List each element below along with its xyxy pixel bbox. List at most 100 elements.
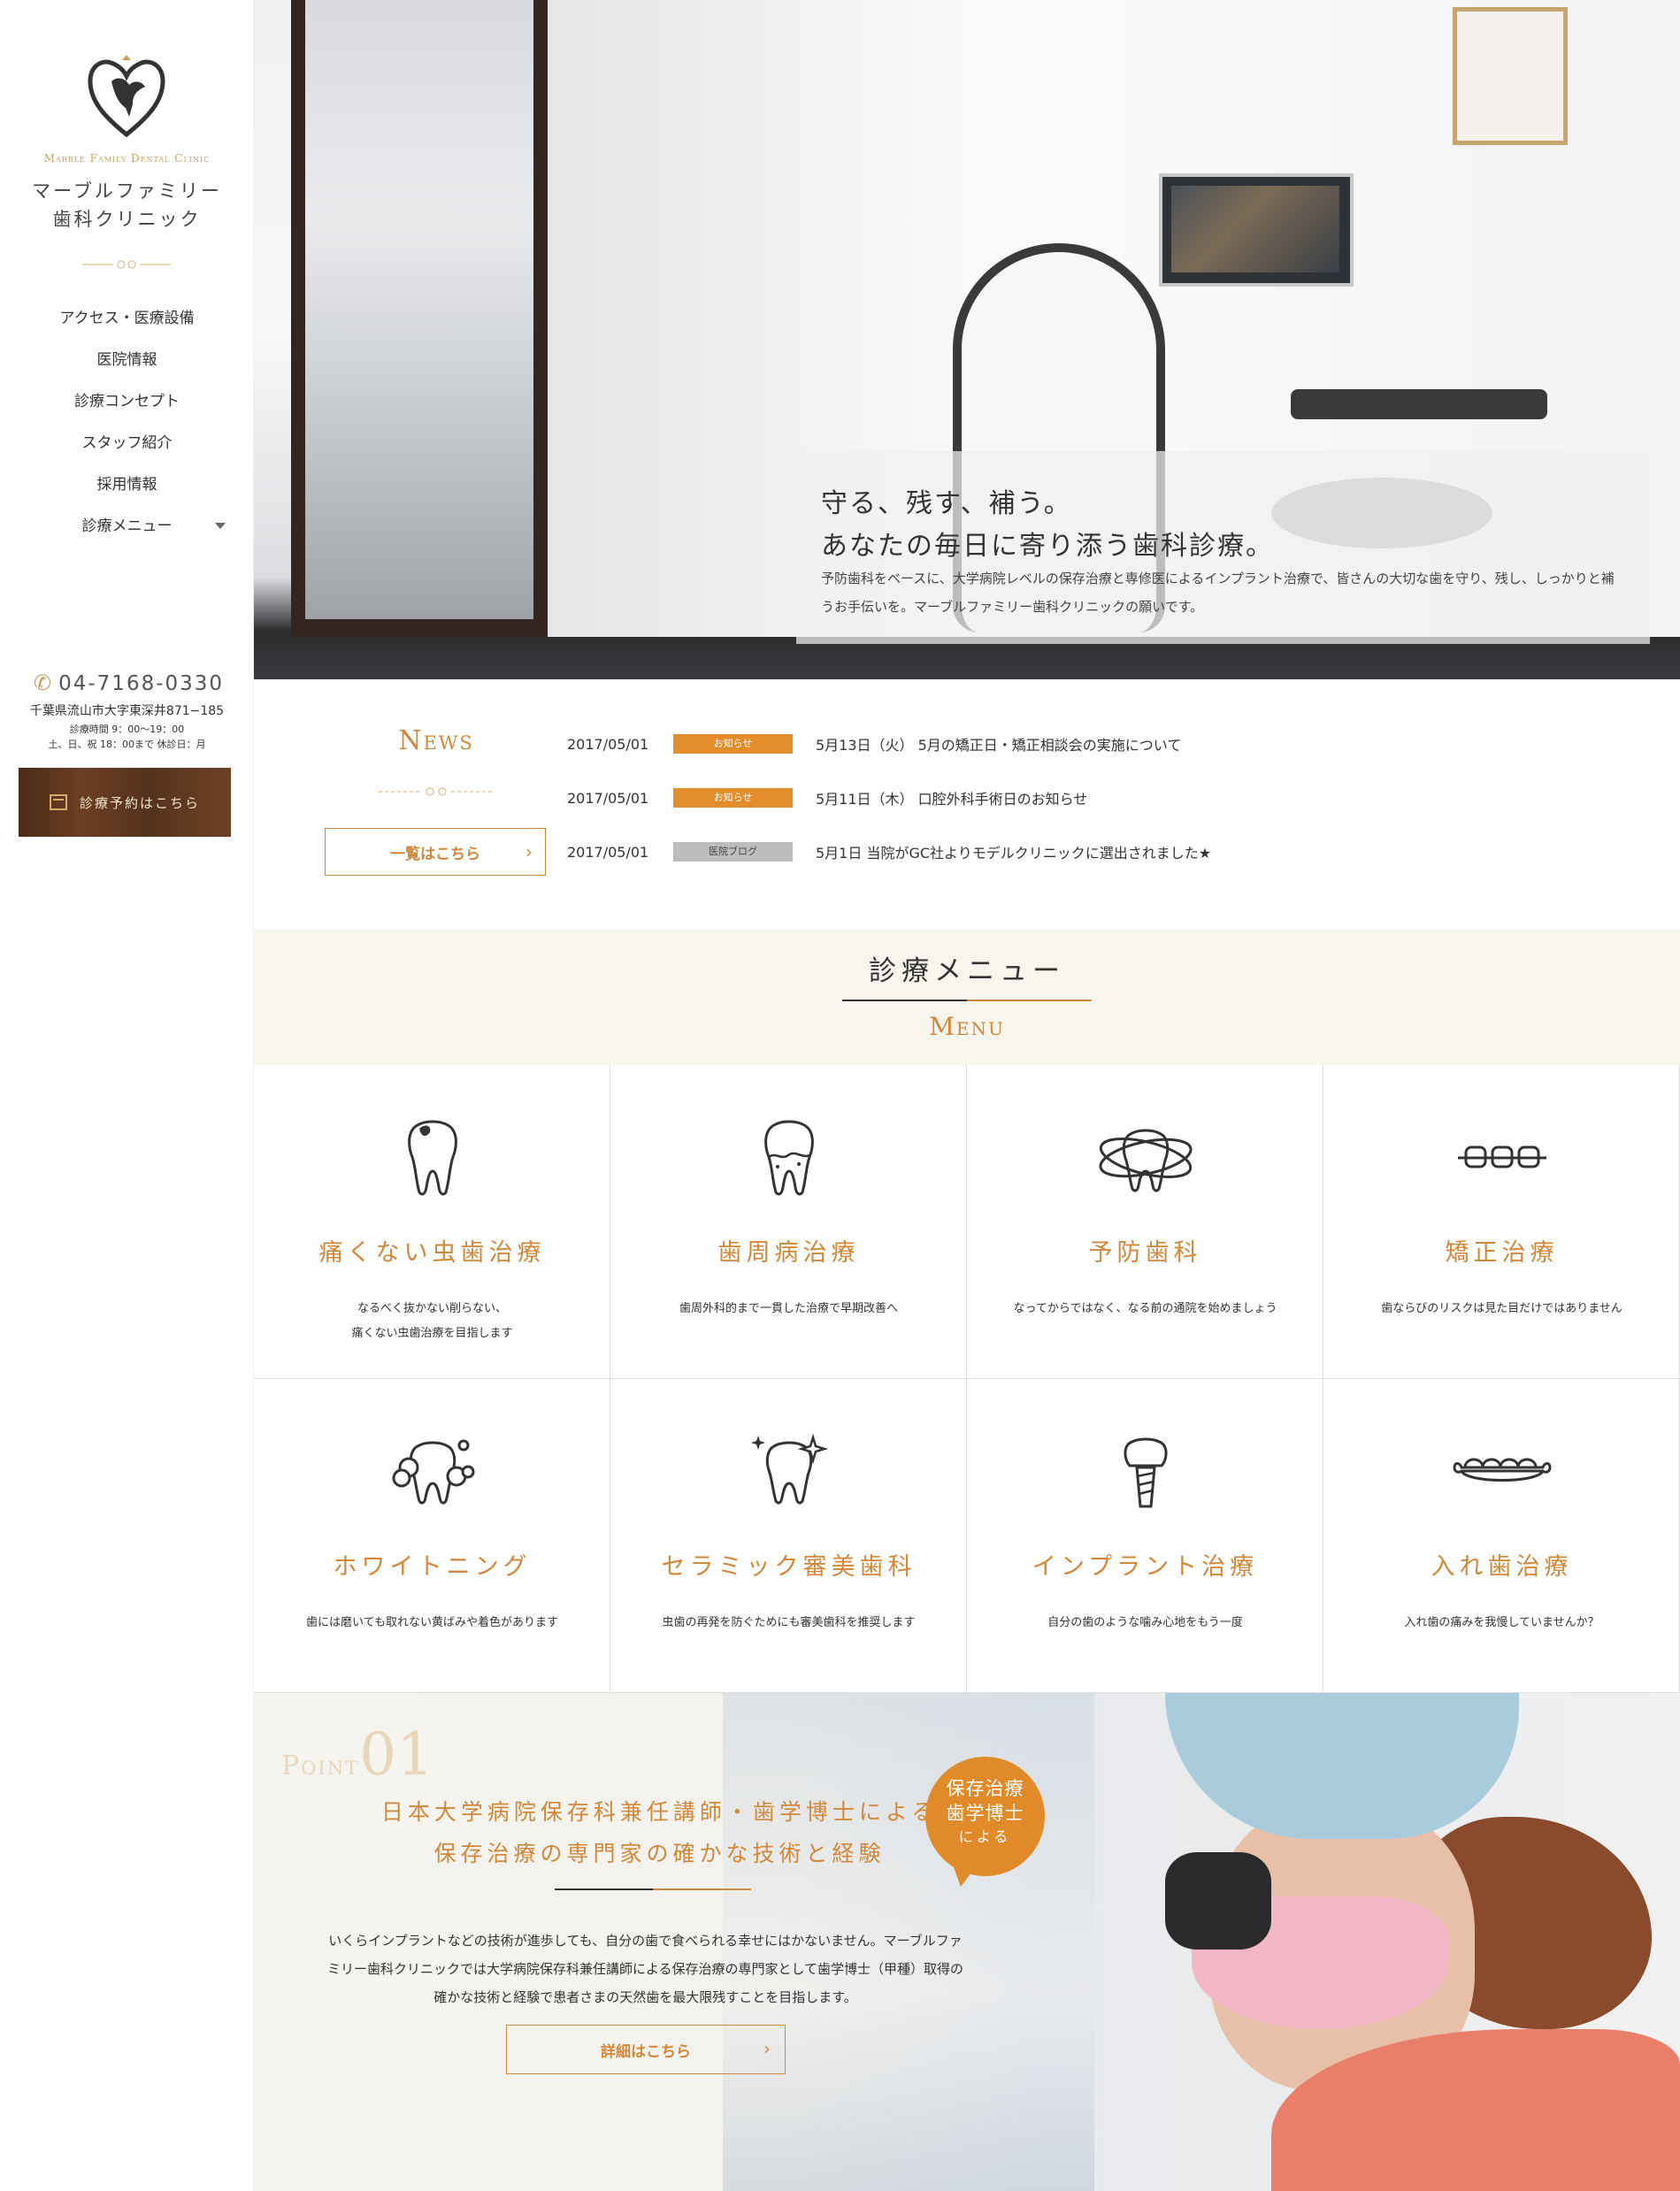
menu-card-desc-line: 入れ歯の痛みを我慢していませんか？ — [1404, 1616, 1599, 1629]
menu-card-title: インプラント治療 — [1032, 1553, 1259, 1581]
menu-card-cavity[interactable]: 痛くない虫歯治療 なるべく抜かない削らない、 痛くない虫歯治療を目指します — [254, 1065, 610, 1379]
menu-card-desc: 入れ歯の痛みを我慢していませんか？ — [1323, 1611, 1680, 1636]
nav-item-label: スタッフ紹介 — [81, 434, 173, 452]
news-item[interactable]: 2017/05/01 お知らせ 5月13日（火） 5月の矯正日・矯正相談会の実施… — [567, 731, 1181, 757]
logo-english-name: Marble Family Dental Clinic — [43, 152, 211, 165]
news-title-text: 5月1日 当院がGC社よりモデルクリニックに選出されました★ — [816, 845, 1212, 862]
point-badge-line-2: 歯学博士 — [946, 1803, 1024, 1824]
hero-headline-line-1: 守る、残す、補う。 — [821, 488, 1072, 519]
menu-card-ceramic[interactable]: セラミック審美歯科 虫歯の再発を防ぐためにも審美歯科を推奨します — [610, 1379, 967, 1693]
implant-icon — [1123, 1437, 1168, 1508]
hero-glass-door — [305, 0, 533, 619]
menu-card-desc: なるべく抜かない削らない、 痛くない虫歯治療を目指します — [254, 1297, 610, 1346]
menu-card-title: ホワイトニング — [333, 1553, 532, 1581]
nav-item-staff[interactable]: スタッフ紹介 — [0, 425, 254, 467]
menu-card-prevention[interactable]: 予防歯科 なってからではなく、なる前の通院を始めましょう — [967, 1065, 1323, 1379]
menu-title-underline — [842, 1000, 1092, 1001]
braces-icon — [1457, 1145, 1546, 1168]
logo-japanese-name[interactable]: マーブルファミリー 歯科クリニック — [0, 177, 254, 234]
treatment-menu-grid: 痛くない虫歯治療 なるべく抜かない削らない、 痛くない虫歯治療を目指します 歯周病… — [254, 1065, 1680, 1693]
point-badge: 保存治療 歯学博士 による — [925, 1757, 1045, 1887]
protected-tooth-icon — [1098, 1129, 1193, 1192]
denture-icon — [1452, 1458, 1552, 1482]
menu-card-desc-line: 自分の歯のような噛み心地をもう一度 — [1047, 1616, 1243, 1629]
whitening-tooth-icon — [392, 1439, 474, 1505]
point-badge-line-1: 保存治療 — [946, 1778, 1024, 1799]
clinic-address: 千葉県流山市大字東深井871−185 — [29, 704, 225, 718]
menu-card-title: 歯周病治療 — [717, 1239, 860, 1267]
news-date: 2017/05/01 — [567, 843, 649, 861]
hero-headline: 守る、残す、補う。 あなたの毎日に寄り添う歯科診療。 — [821, 483, 1625, 568]
nav-item-label: 診療コンセプト — [74, 393, 180, 410]
ornament-divider-icon — [82, 260, 171, 269]
news-tag: お知らせ — [673, 734, 793, 754]
menu-card-desc: 歯周外科的まで一貫した治療で早期改善へ — [610, 1297, 967, 1321]
opening-hours: 診療時間 9：00〜19：00 — [69, 724, 185, 735]
menu-card-desc: 自分の歯のような噛み心地をもう一度 — [967, 1611, 1323, 1636]
point-detail-button[interactable]: 詳細はこちら › — [506, 2025, 786, 2074]
hero-headline-line-2: あなたの毎日に寄り添う歯科診療。 — [821, 531, 1274, 562]
menu-card-periodontal[interactable]: 歯周病治療 歯周外科的まで一貫した治療で早期改善へ — [610, 1065, 967, 1379]
point-number: 01 — [359, 1720, 434, 1789]
nav-item-concept[interactable]: 診療コンセプト — [0, 384, 254, 425]
menu-card-desc-line: 痛くない虫歯治療を目指します — [351, 1327, 513, 1340]
phone-icon: ✆ — [34, 670, 54, 695]
hero-xray-monitor — [1159, 173, 1354, 287]
menu-card-desc-line: 歯周外科的まで一貫した治療で早期改善へ — [679, 1302, 898, 1315]
sidebar: Marble Family Dental Clinic マーブルファミリー 歯科… — [0, 0, 254, 2191]
calendar-icon — [49, 794, 67, 810]
menu-card-whitening[interactable]: ホワイトニング 歯には磨いても取れない黄ばみや着色があります — [254, 1379, 610, 1693]
menu-card-orthodontics[interactable]: 矯正治療 歯ならびのリスクは見た目だけではありません — [1323, 1065, 1680, 1379]
menu-card-desc-line: 歯には磨いても取れない黄ばみや着色があります — [306, 1616, 558, 1629]
menu-card-title: 入れ歯治療 — [1431, 1553, 1573, 1581]
news-list-button[interactable]: 一覧はこちら › — [325, 828, 546, 876]
main-navigation: アクセス・医療設備 医院情報 診療コンセプト スタッフ紹介 採用情報 診療メニュ… — [0, 301, 254, 550]
hero-picture-frame — [1453, 7, 1568, 145]
opening-hours-weekend: 土、日、祝 18：00まで 休診日：月 — [48, 739, 206, 750]
chevron-right-icon: › — [525, 841, 533, 862]
clinic-logo-icon[interactable] — [87, 55, 166, 140]
news-date: 2017/05/01 — [567, 735, 649, 753]
phone-number-text: 04-7168-0330 — [58, 672, 225, 695]
menu-card-implant[interactable]: インプラント治療 自分の歯のような噛み心地をもう一度 — [967, 1379, 1323, 1693]
menu-card-desc: なってからではなく、なる前の通院を始めましょう — [967, 1297, 1323, 1321]
news-title-text: 5月13日（火） 5月の矯正日・矯正相談会の実施について — [816, 737, 1182, 754]
news-date: 2017/05/01 — [567, 789, 649, 807]
point-badge-line-3: による — [958, 1828, 1012, 1845]
menu-card-desc-line: 虫歯の再発を防ぐためにも審美歯科を推奨します — [662, 1616, 916, 1629]
point-photo-loupe — [1165, 1852, 1271, 1950]
nav-item-label: 採用情報 — [96, 476, 157, 494]
news-list-button-label: 一覧はこちら — [390, 845, 480, 863]
menu-card-desc: 歯には磨いても取れない黄ばみや着色があります — [254, 1611, 610, 1636]
hero-caption: 守る、残す、補う。 あなたの毎日に寄り添う歯科診療。 予防歯科をベースに、大学病… — [796, 451, 1650, 644]
reservation-button[interactable]: 診療予約はこちら — [19, 768, 231, 837]
news-item[interactable]: 2017/05/01 医院ブログ 5月1日 当院がGC社よりモデルクリニックに選… — [567, 839, 1211, 865]
menu-card-desc-line: 歯ならびのリスクは見た目だけではありません — [1381, 1302, 1622, 1315]
nav-item-access[interactable]: アクセス・医療設備 — [0, 301, 254, 342]
phone-number[interactable]: ✆ 04-7168-0330 — [34, 670, 224, 695]
news-tag: お知らせ — [673, 788, 793, 808]
point-label: Point01 — [281, 1720, 433, 1789]
point-label-word: Point — [281, 1751, 360, 1781]
chevron-right-icon: › — [763, 2038, 771, 2059]
sparkle-tooth-icon — [750, 1433, 828, 1505]
hero-instrument-tray — [1291, 389, 1547, 419]
menu-title-en: Menu — [929, 1012, 1005, 1041]
menu-card-desc-line: なってからではなく、なる前の通院を始めましょう — [1013, 1302, 1277, 1315]
menu-card-title: 痛くない虫歯治療 — [318, 1239, 546, 1267]
nav-item-clinic-info[interactable]: 医院情報 — [0, 342, 254, 384]
menu-card-denture[interactable]: 入れ歯治療 入れ歯の痛みを我慢していませんか？ — [1323, 1379, 1680, 1693]
news-tag: 医院ブログ — [673, 842, 793, 862]
menu-card-title: 矯正治療 — [1445, 1239, 1559, 1267]
nav-item-recruit[interactable]: 採用情報 — [0, 467, 254, 509]
news-item[interactable]: 2017/05/01 お知らせ 5月11日（木） 口腔外科手術日のお知らせ — [567, 785, 1087, 811]
logo-ja-line-1: マーブルファミリー — [32, 180, 222, 202]
point-detail-button-label: 詳細はこちら — [601, 2042, 691, 2061]
nav-item-treatment-menu[interactable]: 診療メニュー — [0, 509, 254, 550]
menu-card-desc-line: なるべく抜かない削らない、 — [357, 1302, 507, 1315]
hero-description: 予防歯科をベースに、大学病院レベルの保存治療と専修医によるインプラント治療で、皆… — [821, 571, 1615, 615]
chevron-down-icon[interactable] — [215, 523, 226, 529]
reservation-button-label: 診療予約はこちら — [79, 794, 200, 811]
news-title-text: 5月11日（木） 口腔外科手術日のお知らせ — [816, 791, 1088, 808]
point-description: いくらインプラントなどの技術が進歩しても、自分の歯で食べられる幸せにはかないませ… — [326, 1933, 964, 2005]
